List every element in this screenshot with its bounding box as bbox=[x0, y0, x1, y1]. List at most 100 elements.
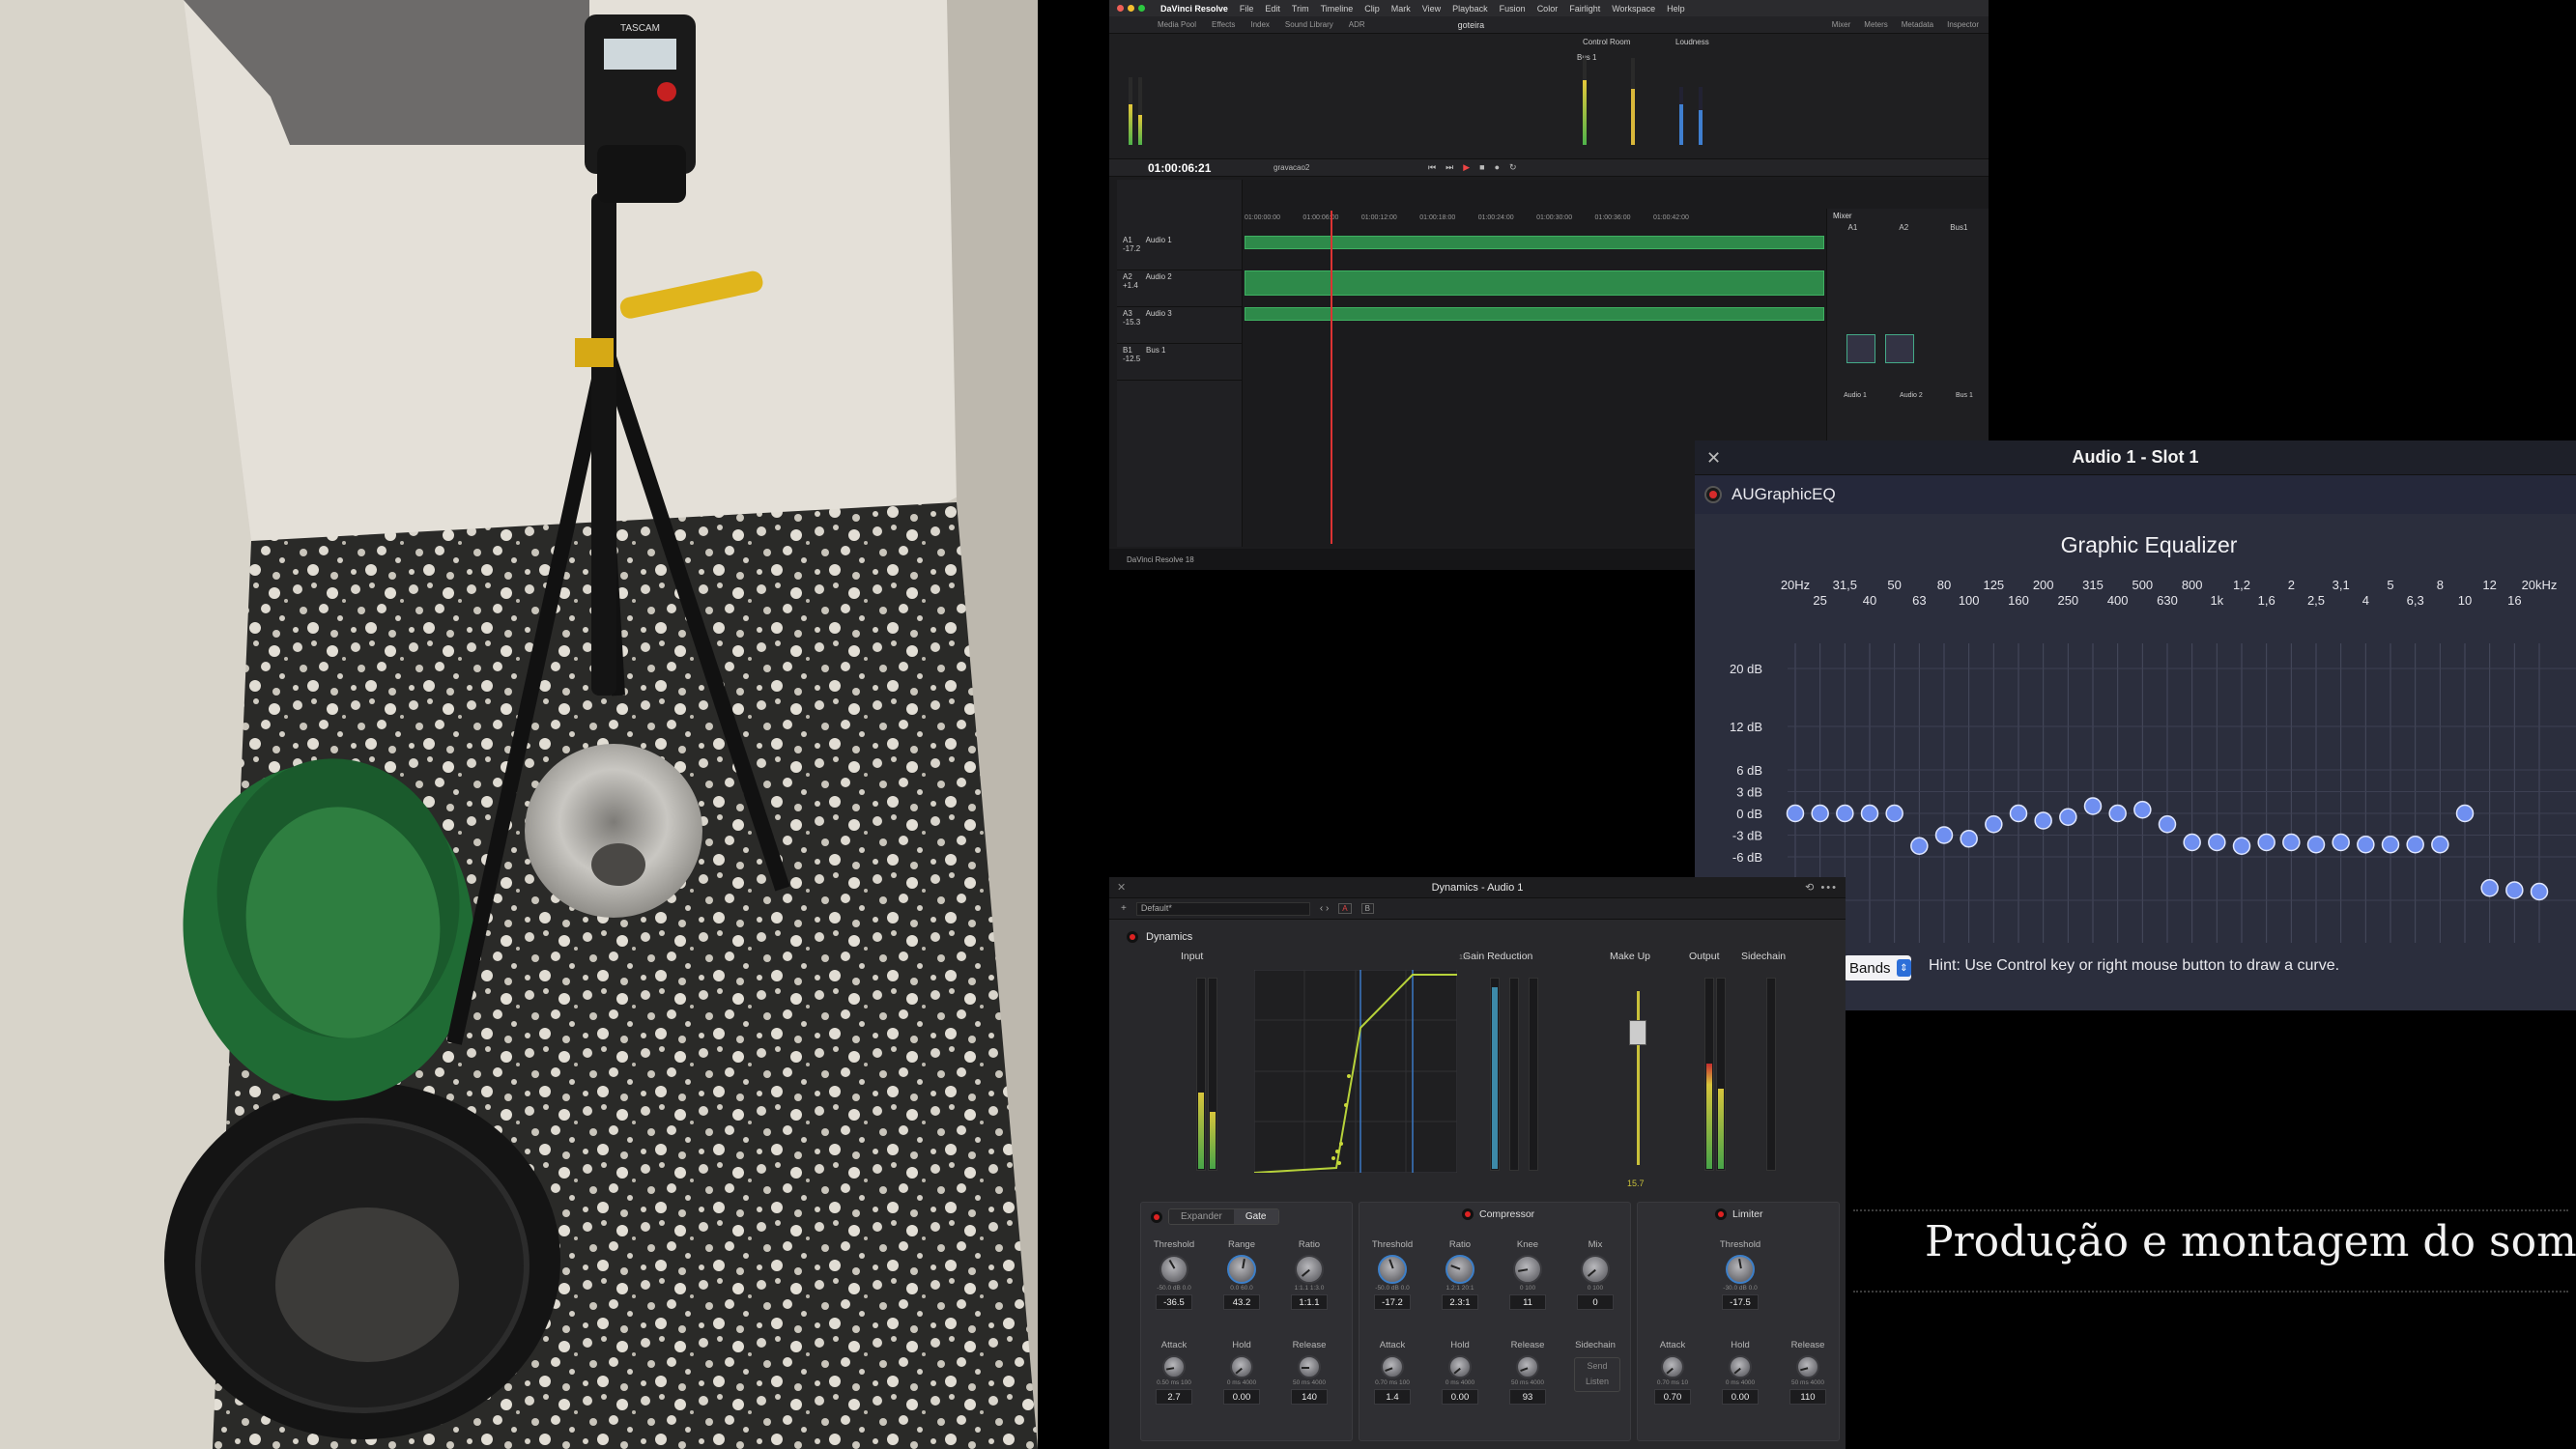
control-value[interactable]: 43.2 bbox=[1223, 1294, 1260, 1310]
release-knob[interactable] bbox=[1516, 1355, 1539, 1378]
comp-knee-control[interactable]: Knee 0 100 11 bbox=[1499, 1239, 1557, 1310]
control-value[interactable]: 0.00 bbox=[1442, 1389, 1478, 1405]
send-button[interactable]: Send bbox=[1575, 1358, 1619, 1374]
ratio-knob[interactable] bbox=[1295, 1255, 1324, 1284]
more-options-icon[interactable]: ⟲ ••• bbox=[1805, 881, 1838, 894]
attack-knob[interactable] bbox=[1661, 1355, 1684, 1378]
eq-band-handle[interactable] bbox=[1985, 815, 2003, 834]
hold-knob[interactable] bbox=[1729, 1355, 1752, 1378]
comp-threshold-control[interactable]: Threshold -50.0 dB 0.0 -17.2 bbox=[1363, 1239, 1421, 1310]
stop-icon[interactable]: ■ bbox=[1479, 162, 1484, 173]
menu-timeline[interactable]: Timeline bbox=[1321, 4, 1354, 14]
eq-band-handle[interactable] bbox=[2059, 808, 2077, 826]
index-button[interactable]: Index bbox=[1250, 20, 1270, 29]
gate-ratio-control[interactable]: Ratio 1:1.1 1:3.0 1:1.1 bbox=[1280, 1239, 1338, 1310]
gate-power-icon[interactable] bbox=[1151, 1210, 1162, 1223]
release-knob[interactable] bbox=[1796, 1355, 1819, 1378]
eq-band-handle[interactable] bbox=[2357, 836, 2375, 854]
record-icon[interactable]: ● bbox=[1495, 162, 1500, 173]
control-value[interactable]: 0.70 bbox=[1654, 1389, 1691, 1405]
close-icon[interactable]: ✕ bbox=[1706, 448, 1721, 469]
threshold-knob[interactable] bbox=[1726, 1255, 1755, 1284]
comp-ratio-control[interactable]: Ratio 1.2:1 20:1 2.3:1 bbox=[1431, 1239, 1489, 1310]
timeline-ruler[interactable]: 01:00:00:00 01:00:06:00 01:00:12:00 01:0… bbox=[1245, 214, 1689, 228]
menu-clip[interactable]: Clip bbox=[1364, 4, 1380, 14]
expander-gate-toggle[interactable]: Expander Gate bbox=[1168, 1208, 1279, 1225]
eq-band-handle[interactable] bbox=[2034, 811, 2052, 830]
control-value[interactable]: -17.2 bbox=[1374, 1294, 1411, 1310]
release-knob[interactable] bbox=[1298, 1355, 1321, 1378]
limiter-release-control[interactable]: Release 50 ms 4000 110 bbox=[1779, 1340, 1837, 1405]
ab-button-a[interactable]: A bbox=[1338, 903, 1352, 914]
ab-button-b[interactable]: B bbox=[1360, 903, 1374, 914]
window-controls[interactable] bbox=[1117, 5, 1145, 12]
comp-hold-control[interactable]: Hold 0 ms 4000 0.00 bbox=[1431, 1340, 1489, 1405]
fast-forward-icon[interactable]: ⏭ bbox=[1445, 162, 1453, 173]
plugin-power-icon[interactable] bbox=[1704, 486, 1722, 503]
ratio-knob[interactable] bbox=[1445, 1255, 1474, 1284]
menu-workspace[interactable]: Workspace bbox=[1612, 4, 1655, 14]
timeline-name[interactable]: gravacao2 bbox=[1274, 163, 1428, 172]
compressor-power-icon[interactable] bbox=[1462, 1208, 1474, 1220]
preset-nav-icon[interactable]: ‹ › bbox=[1320, 903, 1329, 914]
add-icon[interactable]: + bbox=[1121, 903, 1127, 914]
eq-band-handle[interactable] bbox=[2108, 804, 2127, 823]
tab-expander[interactable]: Expander bbox=[1169, 1209, 1234, 1224]
menu-help[interactable]: Help bbox=[1667, 4, 1685, 14]
control-value[interactable]: -17.5 bbox=[1722, 1294, 1759, 1310]
close-window-icon[interactable] bbox=[1117, 5, 1124, 12]
menu-playback[interactable]: Playback bbox=[1452, 4, 1488, 14]
close-icon[interactable]: ✕ bbox=[1117, 881, 1126, 894]
eq-band-handle[interactable] bbox=[2158, 815, 2177, 834]
limiter-power-icon[interactable] bbox=[1715, 1208, 1727, 1220]
eq-thumbnail[interactable] bbox=[1846, 334, 1875, 363]
control-value[interactable]: 0.00 bbox=[1223, 1389, 1260, 1405]
eq-band-handle[interactable] bbox=[2183, 833, 2201, 852]
menu-color[interactable]: Color bbox=[1537, 4, 1559, 14]
eq-band-handle[interactable] bbox=[2232, 837, 2251, 855]
comp-release-control[interactable]: Release 50 ms 4000 93 bbox=[1499, 1340, 1557, 1405]
control-value[interactable]: 140 bbox=[1291, 1389, 1328, 1405]
zoom-window-icon[interactable] bbox=[1138, 5, 1145, 12]
eq-band-handle[interactable] bbox=[1811, 804, 1829, 823]
control-value[interactable]: 1.4 bbox=[1374, 1389, 1411, 1405]
eq-band-handle[interactable] bbox=[2083, 797, 2103, 815]
eq-band-handle[interactable] bbox=[2505, 881, 2524, 899]
control-value[interactable]: 2.7 bbox=[1156, 1389, 1192, 1405]
control-value[interactable]: 93 bbox=[1509, 1389, 1546, 1405]
menu-trim[interactable]: Trim bbox=[1292, 4, 1309, 14]
media-pool-button[interactable]: Media Pool bbox=[1158, 20, 1196, 29]
rewind-icon[interactable]: ⏮ bbox=[1428, 162, 1436, 173]
eq-band-handle[interactable] bbox=[2282, 833, 2301, 852]
effects-button[interactable]: Effects bbox=[1212, 20, 1235, 29]
limiter-hold-control[interactable]: Hold 0 ms 4000 0.00 bbox=[1711, 1340, 1769, 1405]
menu-edit[interactable]: Edit bbox=[1265, 4, 1280, 14]
track-header-a2[interactable]: A2 Audio 2 +1.4 bbox=[1117, 270, 1243, 307]
control-value[interactable]: 110 bbox=[1789, 1389, 1826, 1405]
listen-button[interactable]: Listen bbox=[1575, 1374, 1619, 1389]
control-value[interactable]: 1:1.1 bbox=[1291, 1294, 1328, 1310]
eq-band-handle[interactable] bbox=[2332, 833, 2350, 852]
app-menu[interactable]: DaVinci Resolve bbox=[1160, 4, 1228, 14]
menu-mark[interactable]: Mark bbox=[1391, 4, 1411, 14]
control-value[interactable]: 11 bbox=[1509, 1294, 1546, 1310]
meters-button[interactable]: Meters bbox=[1864, 20, 1887, 29]
adr-button[interactable]: ADR bbox=[1349, 20, 1365, 29]
track-header-a1[interactable]: A1 Audio 1 -17.2 bbox=[1117, 234, 1243, 270]
hold-knob[interactable] bbox=[1230, 1355, 1253, 1378]
metadata-button[interactable]: Metadata bbox=[1902, 20, 1933, 29]
limiter-threshold-control[interactable]: Threshold -30.0 dB 0.0 -17.5 bbox=[1711, 1239, 1769, 1310]
sidechain-send-listen[interactable]: Send Listen bbox=[1574, 1357, 1620, 1392]
threshold-knob[interactable] bbox=[1378, 1255, 1407, 1284]
eq-band-handle[interactable] bbox=[1960, 830, 1978, 848]
eq-band-handle[interactable] bbox=[2133, 801, 2152, 819]
makeup-slider-handle[interactable] bbox=[1629, 1020, 1646, 1045]
control-value[interactable]: 0 bbox=[1577, 1294, 1614, 1310]
eq-band-handle[interactable] bbox=[2381, 836, 2400, 854]
mixer-button[interactable]: Mixer bbox=[1832, 20, 1851, 29]
range-knob[interactable] bbox=[1227, 1255, 1256, 1284]
eq-band-handle[interactable] bbox=[1885, 804, 1903, 823]
playhead[interactable] bbox=[1331, 211, 1332, 544]
gate-range-control[interactable]: Range 0.0 60.0 43.2 bbox=[1213, 1239, 1271, 1310]
tab-gate[interactable]: Gate bbox=[1233, 1209, 1278, 1224]
